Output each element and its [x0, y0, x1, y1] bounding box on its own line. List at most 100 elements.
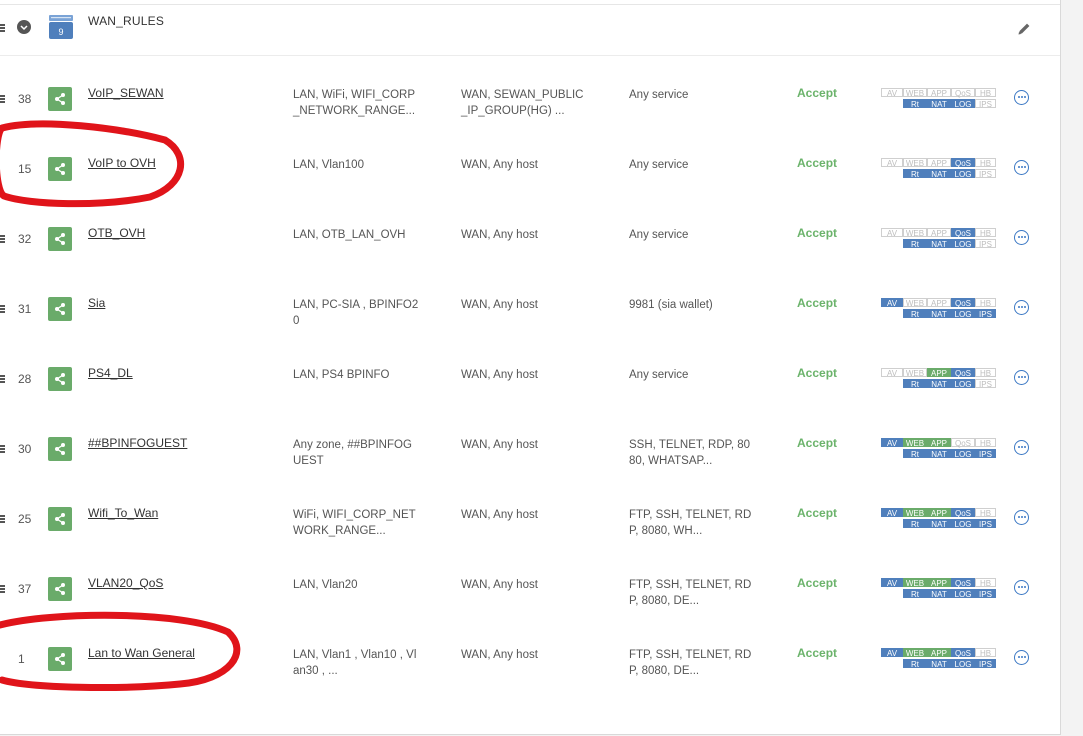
badge-app: APP — [927, 648, 951, 658]
drag-handle-icon[interactable] — [0, 445, 6, 453]
badge-av: AV — [881, 228, 903, 238]
rule-source: LAN, Vlan100 — [293, 159, 364, 171]
badge-ips: IPS — [975, 379, 996, 389]
rule-name-link[interactable]: VoIP_SEWAN — [88, 86, 164, 100]
more-options-icon[interactable] — [1014, 440, 1029, 455]
more-options-icon[interactable] — [1014, 160, 1029, 175]
badge-ips: IPS — [975, 589, 996, 599]
table-row[interactable]: 1 Lan to Wan General LAN, Vlan1 , Vlan10 … — [0, 622, 1060, 692]
badge-ips: IPS — [975, 239, 996, 249]
share-rule-icon — [48, 367, 72, 391]
rule-destination: WAN, Any host — [461, 229, 538, 241]
badge-rt: Rt — [903, 309, 927, 319]
pencil-icon[interactable] — [1015, 20, 1033, 38]
badge-app: APP — [927, 158, 951, 168]
badge-qos: QoS — [951, 88, 975, 98]
badge-app: APP — [927, 508, 951, 518]
badge-hb: HB — [975, 578, 996, 588]
badge-hb: HB — [975, 648, 996, 658]
rule-feature-badges: AV WEB APP QoS HB Rt NAT LOG IPS — [881, 298, 997, 322]
badge-rt: Rt — [903, 449, 927, 459]
table-row[interactable]: 28 PS4_DL LAN, PS4 BPINFO WAN, Any host Any… — [0, 342, 1060, 412]
more-options-icon[interactable] — [1014, 510, 1029, 525]
badge-hb: HB — [975, 368, 996, 378]
rule-destination: WAN, Any host — [461, 579, 538, 591]
rule-name-link[interactable]: PS4_DL — [88, 366, 133, 380]
badge-nat: NAT — [927, 449, 951, 459]
badge-av: AV — [881, 578, 903, 588]
rule-action: Accept — [797, 226, 838, 240]
badge-hb: HB — [975, 298, 996, 308]
more-options-icon[interactable] — [1014, 650, 1029, 665]
drag-handle-icon[interactable] — [0, 375, 6, 383]
badge-rt: Rt — [903, 659, 927, 669]
drag-handle-icon[interactable] — [0, 24, 6, 32]
table-row[interactable]: 25 Wifi_To_Wan WiFi, WIFI_CORP_NET WORK_R… — [0, 482, 1060, 552]
rule-name-link[interactable]: ##BPINFOGUEST — [88, 436, 187, 450]
more-options-icon[interactable] — [1014, 580, 1029, 595]
more-options-icon[interactable] — [1014, 370, 1029, 385]
rule-service: Any service — [629, 89, 689, 101]
badge-av: AV — [881, 648, 903, 658]
rule-name-link[interactable]: Wifi_To_Wan — [88, 506, 158, 520]
rule-destination: WAN, Any host — [461, 509, 538, 521]
chevron-down-icon[interactable] — [17, 20, 31, 34]
rule-source: LAN, OTB_LAN_OVH — [293, 229, 406, 241]
more-options-icon[interactable] — [1014, 90, 1029, 105]
badge-log: LOG — [951, 449, 975, 459]
badge-qos: QoS — [951, 508, 975, 518]
table-row[interactable]: 37 VLAN20_QoS LAN, Vlan20 WAN, Any host FTP… — [0, 552, 1060, 622]
badge-log: LOG — [951, 589, 975, 599]
drag-handle-icon[interactable] — [0, 95, 6, 103]
rule-service: Any service — [629, 229, 689, 241]
rule-destination: WAN, Any host — [461, 159, 538, 171]
badge-log: LOG — [951, 169, 975, 179]
badge-log: LOG — [951, 239, 975, 249]
rule-name-link[interactable]: OTB_OVH — [88, 226, 145, 240]
table-row[interactable]: 31 Sia LAN, PC-SIA , BPINFO2 0 WAN, Any ho… — [0, 272, 1060, 342]
share-rule-icon — [48, 227, 72, 251]
more-options-icon[interactable] — [1014, 230, 1029, 245]
table-row[interactable]: 38 VoIP_SEWAN LAN, WiFi, WIFI_CORP _NETWO… — [0, 62, 1060, 132]
drag-handle-icon[interactable] — [0, 585, 6, 593]
badge-ips: IPS — [975, 659, 996, 669]
rule-source: LAN, Vlan1 , Vlan10 , Vl an30 , ... — [293, 649, 417, 677]
drag-handle-icon[interactable] — [0, 515, 6, 523]
table-row[interactable]: 15 VoIP to OVH LAN, Vlan100 WAN, Any host A… — [0, 132, 1060, 202]
badge-nat: NAT — [927, 169, 951, 179]
more-options-icon[interactable] — [1014, 300, 1029, 315]
rule-name-link[interactable]: Sia — [88, 296, 105, 310]
rule-group-header[interactable]: 9 WAN_RULES — [0, 5, 1060, 56]
rule-service: Any service — [629, 369, 689, 381]
badge-nat: NAT — [927, 309, 951, 319]
rule-group-title: WAN_RULES — [88, 14, 165, 28]
badge-hb: HB — [975, 438, 996, 448]
badge-rt: Rt — [903, 519, 927, 529]
table-row[interactable]: 30 ##BPINFOGUEST Any zone, ##BPINFOG UEST… — [0, 412, 1060, 482]
drag-handle-icon[interactable] — [0, 235, 6, 243]
rule-feature-badges: AV WEB APP QoS HB Rt NAT LOG IPS — [881, 88, 997, 112]
badge-qos: QoS — [951, 648, 975, 658]
share-rule-icon — [48, 157, 72, 181]
drag-handle-icon[interactable] — [0, 305, 6, 313]
rule-source: LAN, PC-SIA , BPINFO2 0 — [293, 299, 419, 327]
table-row[interactable]: 32 OTB_OVH LAN, OTB_LAN_OVH WAN, Any host A… — [0, 202, 1060, 272]
badge-nat: NAT — [927, 379, 951, 389]
rule-name-link[interactable]: Lan to Wan General — [88, 646, 195, 660]
badge-web: WEB — [903, 578, 927, 588]
rule-action: Accept — [797, 506, 838, 520]
rule-destination: WAN, Any host — [461, 369, 538, 381]
rule-name-link[interactable]: VLAN20_QoS — [88, 576, 163, 590]
rule-name-link[interactable]: VoIP to OVH — [88, 156, 156, 170]
badge-log: LOG — [951, 519, 975, 529]
share-rule-icon — [48, 647, 72, 671]
badge-app: APP — [927, 368, 951, 378]
rule-group-icon: 9 — [48, 14, 74, 40]
badge-qos: QoS — [951, 438, 975, 448]
share-rule-icon — [48, 87, 72, 111]
badge-hb: HB — [975, 158, 996, 168]
rule-feature-badges: AV WEB APP QoS HB Rt NAT LOG IPS — [881, 648, 997, 672]
badge-web: WEB — [903, 298, 927, 308]
rule-action: Accept — [797, 156, 838, 170]
badge-hb: HB — [975, 228, 996, 238]
